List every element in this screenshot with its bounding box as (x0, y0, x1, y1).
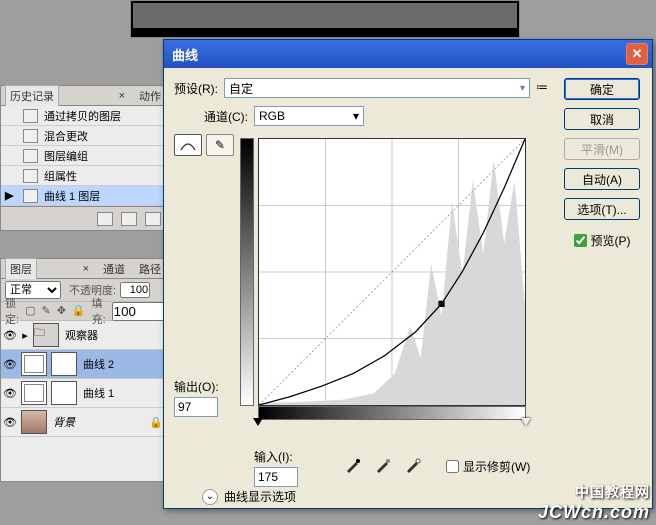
input-input[interactable] (254, 467, 298, 487)
adjustment-thumb (21, 381, 47, 405)
layers-panel: 图层 × 通道 路径 正常 不透明度: 锁定: ▢ ✎ ✥ 🔒 填充: 👁 ▸ … (0, 258, 170, 482)
mask-thumb (51, 381, 77, 405)
layer-row[interactable]: 👁 曲线 1 (1, 379, 169, 408)
curve-graph[interactable] (258, 138, 526, 406)
layer-group-row[interactable]: 👁 ▸ 🗀 观察器 (1, 321, 169, 350)
lock-transparent-icon[interactable]: ▢ (25, 304, 35, 318)
layer-icon (23, 169, 38, 183)
history-item[interactable]: 混合更改 (1, 126, 169, 146)
tab-actions[interactable]: 动作 (135, 86, 165, 106)
smooth-button: 平滑(M) (564, 138, 640, 160)
pencil-tool-icon[interactable]: ✎ (206, 134, 234, 156)
show-clipping-label: 显示修剪(W) (463, 458, 530, 475)
folder-icon: 🗀 (33, 323, 59, 347)
preset-menu-icon[interactable]: ≔ (536, 80, 554, 96)
chevron-down-icon: ▾ (353, 109, 359, 123)
layer-icon (23, 189, 38, 203)
curve-options-label: 曲线显示选项 (224, 488, 296, 505)
history-item[interactable]: 组属性 (1, 166, 169, 186)
curves-dialog: 曲线 ✕ 预设(R): 自定▾ ≔ 通道(C): RGB▾ ✎ (163, 39, 653, 509)
tab-history[interactable]: 历史记录 (5, 85, 59, 106)
history-item[interactable]: 通过拷贝的图层 (1, 106, 169, 126)
preset-label: 预设(R): (174, 80, 218, 97)
tab-paths[interactable]: 路径 (135, 259, 165, 279)
visibility-icon[interactable]: 👁 (1, 416, 19, 429)
curve-tool-icon[interactable] (174, 134, 202, 156)
adjustment-thumb (21, 352, 47, 376)
tab-channels[interactable]: 通道 (99, 259, 129, 279)
tab-layers-close[interactable]: × (79, 261, 93, 277)
visibility-icon[interactable]: 👁 (1, 387, 19, 400)
cancel-button[interactable]: 取消 (564, 108, 640, 130)
lock-brush-icon[interactable]: ✎ (41, 304, 50, 318)
black-point-handle[interactable] (253, 418, 263, 431)
close-icon[interactable]: ✕ (626, 43, 648, 65)
lock-label: 锁定: (5, 295, 19, 327)
input-gradient (258, 406, 526, 420)
history-item[interactable]: ▶曲线 1 图层 (1, 186, 169, 206)
dialog-title: 曲线 (168, 45, 626, 64)
gray-eyedropper-icon[interactable] (374, 456, 392, 474)
visibility-icon[interactable]: 👁 (1, 329, 19, 342)
options-button[interactable]: 选项(T)... (564, 198, 640, 220)
layer-row[interactable]: 👁 曲线 2 (1, 350, 169, 379)
output-gradient (240, 138, 254, 406)
opacity-input[interactable] (120, 282, 150, 298)
white-eyedropper-icon[interactable] (404, 456, 422, 474)
input-label: 输入(I): (254, 448, 298, 465)
preview-checkbox[interactable] (574, 234, 587, 247)
layer-row[interactable]: 👁 背景 🔒 (1, 408, 169, 437)
watermark: 中国教程网 JCWcn.com (538, 482, 650, 523)
black-eyedropper-icon[interactable] (344, 456, 362, 474)
preset-select[interactable]: 自定▾ (224, 78, 530, 98)
white-point-handle[interactable] (521, 418, 531, 431)
output-input[interactable] (174, 397, 218, 417)
input-slider[interactable] (258, 420, 526, 430)
history-snapshot-icon[interactable] (97, 212, 113, 226)
auto-button[interactable]: 自动(A) (564, 168, 640, 190)
lock-icon: 🔒 (149, 416, 163, 429)
ok-button[interactable]: 确定 (564, 78, 640, 100)
output-label: 输出(O): (174, 378, 230, 395)
history-item[interactable]: 图层编组 (1, 146, 169, 166)
history-panel: 历史记录 × 动作 通过拷贝的图层 混合更改 图层编组 组属性 ▶曲线 1 图层 (0, 85, 170, 231)
tab-layers[interactable]: 图层 (5, 258, 37, 279)
history-new-icon[interactable] (121, 212, 137, 226)
chevron-down-icon: ▾ (520, 83, 525, 94)
layer-icon (23, 109, 38, 123)
tab-history-close[interactable]: × (115, 88, 129, 104)
layer-icon (23, 149, 38, 163)
layer-icon (23, 129, 38, 143)
visibility-icon[interactable]: 👁 (1, 358, 19, 371)
lock-all-icon[interactable]: 🔒 (72, 304, 86, 318)
lock-move-icon[interactable]: ✥ (57, 304, 66, 318)
preview-label: 预览(P) (591, 232, 631, 249)
image-thumb (21, 410, 47, 434)
channel-select[interactable]: RGB▾ (254, 106, 364, 126)
fill-label: 填充: (92, 295, 106, 327)
channel-label: 通道(C): (204, 108, 248, 125)
show-clipping-checkbox[interactable] (446, 460, 459, 473)
expand-options-icon[interactable]: ⌄ (202, 489, 218, 505)
mask-thumb (51, 352, 77, 376)
history-trash-icon[interactable] (145, 212, 161, 226)
